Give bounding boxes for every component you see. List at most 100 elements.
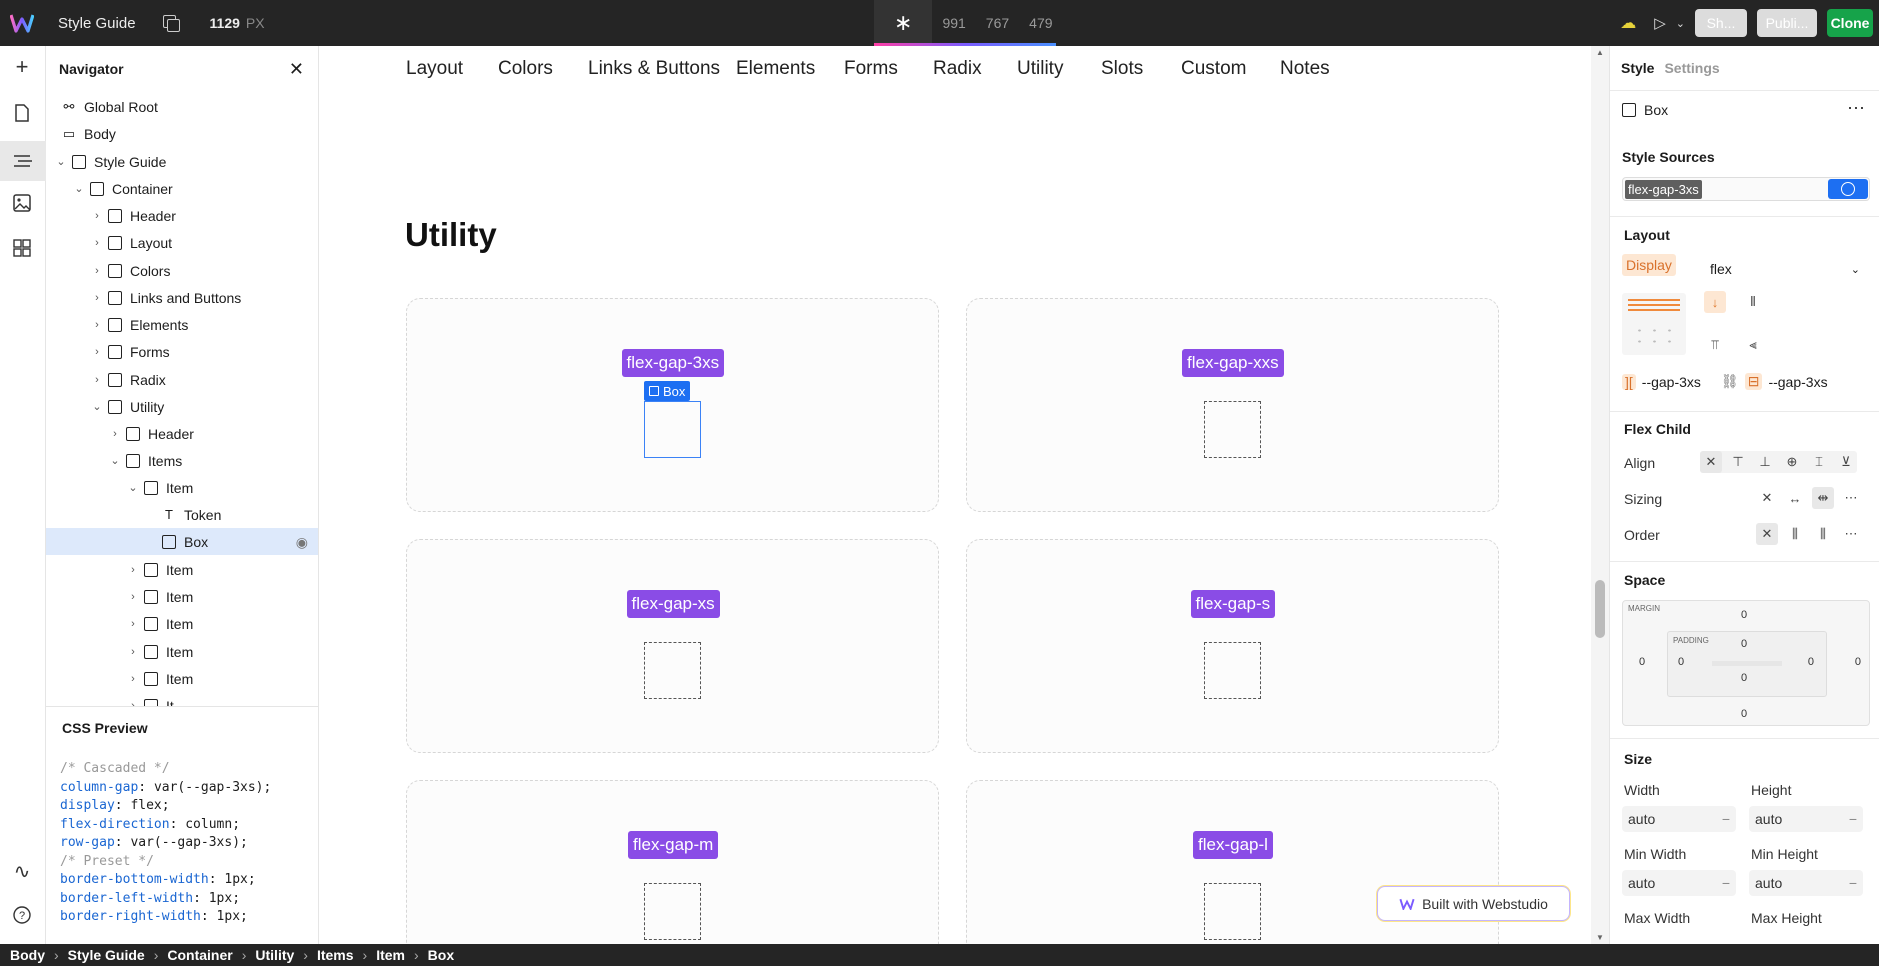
breadcrumb-item[interactable]: Utility (255, 947, 294, 963)
tree-item[interactable]: ⚯ Global Root (46, 93, 318, 120)
style-source-token[interactable]: flex-gap-3xs (1625, 180, 1702, 199)
wrap-icon[interactable]: ⫴ (1742, 291, 1764, 313)
token-label[interactable]: flex-gap-m (628, 831, 719, 859)
box[interactable] (1204, 642, 1261, 699)
align-center-icon[interactable]: ⊕ (1781, 451, 1803, 473)
selected-box[interactable] (644, 401, 701, 458)
tree-item[interactable]: ⌄ Container (46, 175, 318, 202)
column-gap-icon[interactable]: ][ (1622, 373, 1636, 390)
tree-item[interactable]: Box ◉ (46, 528, 318, 555)
display-label[interactable]: Display (1622, 254, 1676, 276)
chevron-right-icon[interactable]: › (92, 210, 102, 222)
breakpoint-479[interactable]: 479 (1019, 0, 1062, 46)
align-baseline-icon[interactable]: ⊻ (1835, 451, 1857, 473)
tree-item[interactable]: › Item (46, 610, 318, 637)
tree-item[interactable]: ⌄ Style Guide (46, 148, 318, 175)
more-icon[interactable]: ⋯ (1840, 487, 1862, 509)
chevron-right-icon[interactable]: › (128, 646, 138, 658)
align-start-icon[interactable]: ⊤ (1727, 451, 1749, 473)
link-icon[interactable]: ⛓ (1721, 373, 1739, 390)
base-breakpoint-icon[interactable]: ∗ (874, 0, 933, 46)
utility-item-card[interactable]: flex-gap-s (966, 539, 1499, 753)
align-stretch-icon[interactable]: ⌶ (1808, 451, 1830, 473)
width-input[interactable]: auto − (1622, 806, 1736, 832)
chevron-down-icon[interactable]: ⌄ (92, 400, 102, 413)
page-nav-link[interactable]: Custom (1181, 58, 1246, 80)
flex-alignment-grid[interactable] (1622, 293, 1686, 355)
breadcrumb-item[interactable]: Container (167, 947, 232, 963)
margin-right[interactable]: 0 (1855, 656, 1861, 668)
tree-item[interactable]: › Item (46, 583, 318, 610)
share-button[interactable]: Sh... (1695, 9, 1747, 37)
breadcrumb-item[interactable]: Style Guide (68, 947, 145, 963)
breadcrumb-item[interactable]: Item (376, 947, 405, 963)
page-nav-link[interactable]: Links & Buttons (588, 58, 720, 80)
token-label[interactable]: flex-gap-s (1190, 590, 1276, 618)
padding-left[interactable]: 0 (1678, 656, 1684, 668)
justify-icon[interactable]: ⫷ (1742, 334, 1764, 356)
canvas-width[interactable]: 1129 PX (210, 15, 265, 31)
tree-item[interactable]: › Header (46, 202, 318, 229)
tree-item[interactable]: › Item (46, 556, 318, 583)
box[interactable] (644, 642, 701, 699)
align-auto-icon[interactable]: ✕ (1700, 451, 1722, 473)
page-nav-link[interactable]: Slots (1101, 58, 1143, 80)
padding-right[interactable]: 0 (1808, 656, 1814, 668)
tree-item[interactable]: › Item (46, 665, 318, 692)
tree-item[interactable]: › Item (46, 638, 318, 665)
clone-button[interactable]: Clone (1827, 9, 1873, 37)
publish-button[interactable]: Publi... (1757, 9, 1817, 37)
padding-bottom[interactable]: 0 (1741, 672, 1747, 684)
tab-style[interactable]: Style (1621, 60, 1654, 76)
height-input[interactable]: auto − (1749, 806, 1863, 832)
breadcrumb-item[interactable]: Body (10, 947, 45, 963)
project-name[interactable]: Style Guide (58, 15, 136, 32)
box[interactable] (644, 883, 701, 940)
preview-play-icon[interactable]: ▷ (1654, 14, 1666, 32)
box[interactable] (1204, 401, 1261, 458)
tree-item[interactable]: › Layout (46, 229, 318, 256)
scroll-down-icon[interactable]: ▼ (1596, 933, 1604, 942)
breadcrumb-item[interactable]: Box (428, 947, 454, 963)
utility-item-card[interactable]: flex-gap-xxs (966, 298, 1499, 512)
chevron-right-icon[interactable]: › (128, 564, 138, 576)
display-select[interactable]: flex ⌄ (1704, 256, 1868, 282)
utility-item-card[interactable]: flex-gap-m (406, 780, 939, 944)
components-icon[interactable] (11, 237, 33, 259)
tree-item[interactable]: › Links and Buttons (46, 284, 318, 311)
tree-item[interactable]: ⌄ Items (46, 447, 318, 474)
tree-item[interactable]: › Radix (46, 366, 318, 393)
chevron-down-icon[interactable]: ⌄ (1676, 17, 1685, 30)
page-nav-link[interactable]: Forms (844, 58, 898, 80)
utility-item-card[interactable]: flex-gap-xs (406, 539, 939, 753)
chevron-right-icon[interactable]: › (110, 428, 120, 440)
chevron-right-icon[interactable]: › (92, 292, 102, 304)
page-nav-link[interactable]: Radix (933, 58, 982, 80)
section-title[interactable]: Utility (405, 216, 497, 254)
chevron-right-icon[interactable]: › (92, 319, 102, 331)
utility-item-card[interactable]: flex-gap-3xs Box (406, 298, 939, 512)
order-last-icon[interactable]: ⫼ (1812, 523, 1834, 545)
margin-bottom[interactable]: 0 (1741, 708, 1747, 720)
token-label[interactable]: flex-gap-3xs (621, 349, 725, 377)
chevron-right-icon[interactable]: › (92, 265, 102, 277)
tree-item[interactable]: ⌄ Utility (46, 393, 318, 420)
canvas[interactable]: Layout Colors Links & Buttons Elements Forms… (319, 46, 1591, 944)
page-nav-link[interactable]: Elements (736, 58, 815, 80)
pages-icon[interactable] (11, 102, 33, 124)
chevron-down-icon[interactable]: ⌄ (74, 182, 84, 195)
breadcrumb-item[interactable]: Items (317, 947, 354, 963)
chevron-down-icon[interactable]: ⌄ (128, 481, 138, 494)
column-gap-value[interactable]: --gap-3xs (1642, 374, 1701, 390)
tree-item[interactable]: T Token (46, 501, 318, 528)
order-first-icon[interactable]: ⫼ (1784, 523, 1806, 545)
chevron-right-icon[interactable]: › (128, 618, 138, 630)
tab-settings[interactable]: Settings (1664, 60, 1719, 76)
chevron-right-icon[interactable]: › (92, 374, 102, 386)
padding-top[interactable]: 0 (1741, 638, 1747, 650)
align-end-icon[interactable]: ⊥ (1754, 451, 1776, 473)
tree-item[interactable]: › Elements (46, 311, 318, 338)
chevron-down-icon[interactable]: ⌄ (56, 155, 66, 168)
close-icon[interactable]: ✕ (289, 59, 304, 80)
webstudio-logo-icon[interactable] (0, 0, 44, 46)
